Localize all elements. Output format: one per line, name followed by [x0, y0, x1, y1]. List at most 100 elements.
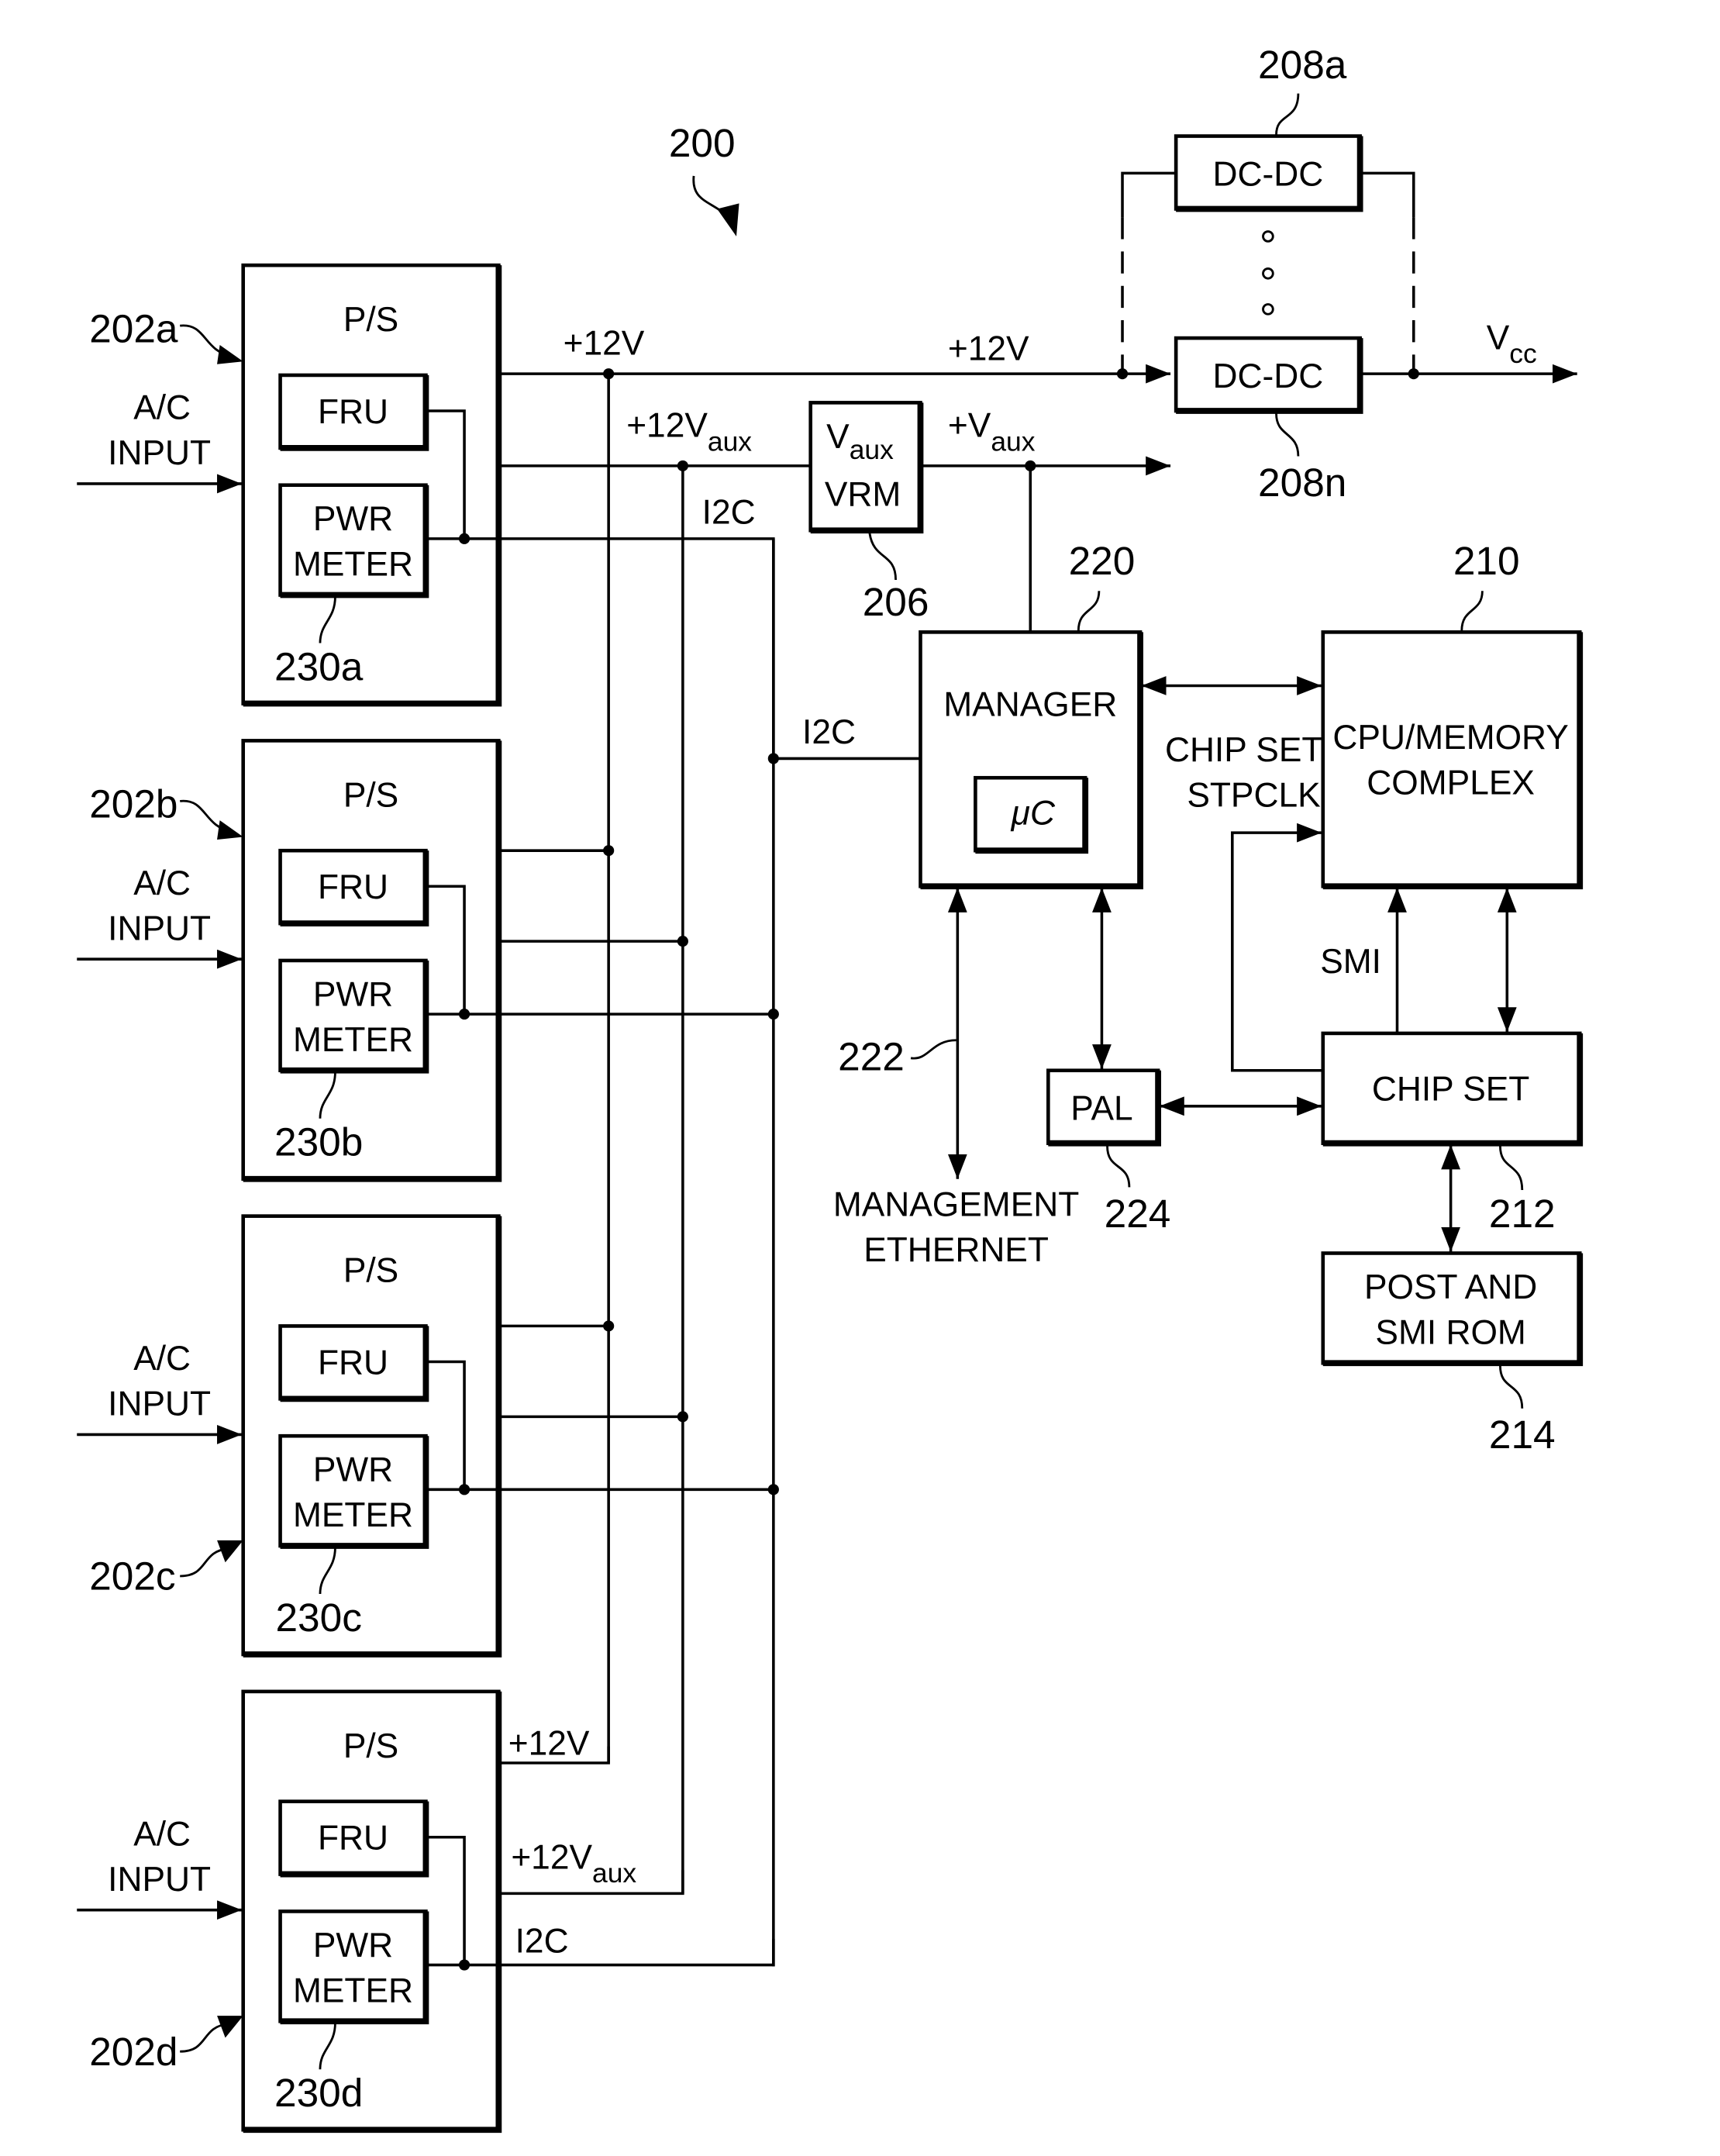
ps-title: P/S — [343, 1252, 398, 1290]
ps-i2c-out — [464, 1938, 775, 1967]
ps-ref-leader — [180, 2023, 229, 2053]
ethernet-label-2: ETHERNET — [863, 1231, 1049, 1269]
ps-ref: 202c — [89, 1554, 175, 1599]
rom-ref: 214 — [1489, 1412, 1556, 1457]
meter-ref: 230b — [274, 1119, 363, 1164]
manager-leader — [1077, 591, 1101, 631]
power-supply-d[interactable]: P/S FRU PWR METER 230d A/C INPUT 202d — [77, 1689, 775, 2134]
label-vcc: Vcc — [1487, 319, 1537, 369]
ps-ref-leader — [180, 1547, 229, 1578]
junction-dot — [677, 460, 688, 472]
power-supply-c[interactable]: P/S FRU PWR METER 230c A/C INPUT 202c — [77, 1214, 779, 1658]
label-12vaux-bottom: +12Vaux — [511, 1838, 636, 1889]
ps-ref-arrow-icon — [217, 820, 243, 840]
ps-title: P/S — [343, 1727, 398, 1765]
ps-ref-arrow-icon — [217, 1540, 243, 1563]
label-vaux-out: +Vaux — [948, 407, 1036, 457]
dcdc-n-ref: 208n — [1258, 460, 1346, 505]
ellipsis-dot-icon — [1262, 303, 1274, 316]
cpu-label-2: COMPLEX — [1367, 764, 1535, 802]
fru-label: FRU — [318, 1820, 388, 1858]
microcontroller-label: μC — [1011, 794, 1056, 832]
rom-leader — [1499, 1365, 1524, 1409]
power-meter-label-2: METER — [293, 546, 413, 584]
ac-input-label-2: INPUT — [108, 434, 211, 472]
dcdc-converter-n[interactable]: DC-DC 208n — [1174, 336, 1363, 505]
dcdc-a-output-wire — [1360, 171, 1415, 218]
figure-reference: 200 — [669, 120, 739, 236]
cpu-label-1: CPU/MEMORY — [1332, 719, 1568, 757]
bus-labels: +12V +12Vaux I2C +12V I2C +12V +12Vaux I… — [508, 324, 1029, 1960]
rom-label-2: SMI ROM — [1375, 1313, 1525, 1351]
chipset-leader — [1499, 1146, 1524, 1190]
ellipsis-dot-icon — [1262, 267, 1274, 280]
cpu-memory-complex[interactable]: CPU/MEMORY COMPLEX 210 — [1321, 538, 1584, 890]
management-ethernet: 222 MANAGEMENT ETHERNET — [833, 888, 1079, 1269]
vrm-ref: 206 — [863, 579, 929, 624]
dcdc-a-label: DC-DC — [1213, 155, 1324, 193]
label-stpclk-2: STPCLK — [1187, 776, 1321, 814]
vrm-leader — [868, 533, 897, 581]
power-supply-a[interactable]: P/S FRU PWR METER 230a A/C INPUT 202a — [77, 263, 502, 707]
ps-ref-arrow-icon — [217, 2016, 243, 2038]
vrm-label-2: VRM — [825, 475, 901, 513]
dcdc-n-leader — [1275, 413, 1300, 457]
label-i2c-manager: I2C — [802, 713, 856, 751]
meter-ref: 230d — [274, 2070, 363, 2115]
figure-number: 200 — [669, 120, 736, 165]
power-meter-label-2: METER — [293, 1021, 413, 1059]
ac-input-label-2: INPUT — [108, 909, 211, 947]
label-smi: SMI — [1320, 943, 1381, 981]
power-supply-group: P/S FRU PWR METER 230a A/C INPUT 202a P/S FRU PWR M… — [77, 263, 779, 2134]
chipset-label: CHIP SET — [1372, 1071, 1530, 1109]
ac-input-label-2: INPUT — [108, 1385, 211, 1423]
vaux-vrm[interactable]: Vaux VRM 206 — [808, 401, 929, 624]
label-12vaux-top: +12Vaux — [626, 407, 752, 457]
dcdc-a-leader — [1275, 93, 1300, 135]
ac-input-label-1: A/C — [133, 1815, 191, 1853]
power-meter-label-1: PWR — [313, 975, 393, 1013]
power-management-block-diagram: 200 P/S FRU PWR METER 230a A/C INPUT 202a P/S FRU… — [77, 42, 1584, 2134]
fru-label: FRU — [318, 1344, 388, 1382]
ac-input-label-1: A/C — [133, 864, 191, 902]
cpu-ref: 210 — [1453, 538, 1520, 583]
label-stpclk-1: CHIP SET — [1165, 731, 1323, 769]
ps-ref: 202a — [89, 305, 178, 350]
manager-label: MANAGER — [943, 685, 1117, 723]
label-12v-top: +12V — [564, 324, 645, 362]
power-supply-b[interactable]: P/S FRU PWR METER 230b A/C INPUT 202b — [77, 739, 779, 1182]
ethernet-ref: 222 — [838, 1034, 905, 1079]
power-meter-label-1: PWR — [313, 1927, 393, 1965]
label-12v-mid: +12V — [948, 329, 1029, 367]
figure-arrow-icon — [717, 203, 739, 236]
main-i2c-line — [464, 537, 775, 759]
label-i2c-top: I2C — [702, 493, 756, 531]
pal-ref: 224 — [1105, 1191, 1171, 1236]
cpu-box[interactable] — [1321, 630, 1582, 888]
manager-ref: 220 — [1069, 538, 1136, 583]
ps-ref: 202b — [89, 781, 178, 826]
label-i2c-bottom: I2C — [515, 1923, 569, 1961]
fru-label: FRU — [318, 868, 388, 906]
dcdc-converter-a[interactable]: DC-DC 208a — [1174, 42, 1363, 212]
ps-title: P/S — [343, 301, 398, 339]
ac-input-label-1: A/C — [133, 389, 191, 427]
meter-ref: 230a — [274, 643, 364, 688]
dcdc-a-input-wire — [1121, 171, 1177, 218]
dcdc-a-ref: 208a — [1258, 42, 1347, 87]
ac-input-label-2: INPUT — [108, 1861, 211, 1899]
chipset-ref: 212 — [1489, 1191, 1556, 1236]
ac-input-label-1: A/C — [133, 1340, 191, 1378]
power-meter-label-1: PWR — [313, 1451, 393, 1489]
meter-ref: 230c — [275, 1595, 361, 1640]
power-meter-label-2: METER — [293, 1496, 413, 1534]
fru-label: FRU — [318, 393, 388, 431]
label-12v-bottom: +12V — [508, 1724, 590, 1762]
ps-ref: 202d — [89, 2029, 178, 2074]
post-smi-rom[interactable]: POST AND SMI ROM 214 — [1321, 1251, 1584, 1457]
pal-leader — [1106, 1146, 1131, 1188]
cpu-leader — [1460, 591, 1484, 631]
junction-dot — [603, 368, 615, 380]
rom-label-1: POST AND — [1364, 1268, 1537, 1306]
ps-ref-arrow-icon — [217, 344, 243, 364]
